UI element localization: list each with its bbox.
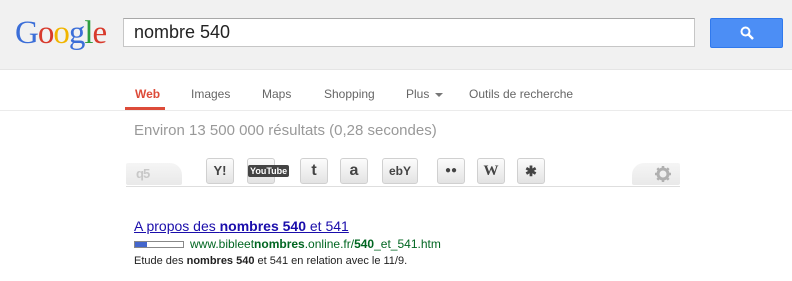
tab-shopping[interactable]: Shopping bbox=[324, 87, 375, 101]
yahoo-label: Y! bbox=[213, 163, 227, 178]
amazon-label: a bbox=[349, 162, 359, 179]
snippet-highlight: nombres 540 bbox=[186, 255, 255, 267]
twitter-label: t bbox=[311, 162, 317, 179]
ebay-icon[interactable]: ebY bbox=[382, 158, 418, 184]
tab-plus[interactable]: Plus bbox=[406, 87, 444, 101]
ebay-label: ebY bbox=[388, 164, 411, 178]
active-tab-indicator bbox=[125, 107, 165, 110]
toolbar-logo-text: q5 bbox=[136, 166, 150, 181]
result-title-link[interactable]: A propos des nombres 540 et 541 bbox=[134, 218, 349, 234]
tab-web[interactable]: Web bbox=[135, 87, 160, 101]
logo-letter: o bbox=[37, 15, 54, 51]
nav-bar: Web Images Maps Shopping Plus Outils de … bbox=[0, 70, 792, 111]
settings-tab[interactable] bbox=[632, 163, 680, 185]
result-snippet: Etude des nombres 540 et 541 en relation… bbox=[134, 255, 407, 267]
yelp-icon[interactable]: ✱ bbox=[517, 158, 545, 184]
search-box bbox=[123, 18, 695, 47]
tab-maps[interactable]: Maps bbox=[262, 87, 291, 101]
tab-plus-label: Plus bbox=[406, 87, 430, 101]
search-result: A propos des nombres 540 et 541 www.bibl… bbox=[134, 218, 441, 267]
result-url: www.bibleetnombres.online.fr/540_et_541.… bbox=[134, 237, 441, 251]
yahoo-icon[interactable]: Y! bbox=[206, 158, 234, 184]
search-button[interactable] bbox=[710, 18, 783, 48]
youtube-icon[interactable]: YouTube bbox=[247, 158, 290, 184]
snippet-part: Etude des bbox=[134, 255, 187, 267]
pagerank-bar bbox=[134, 241, 184, 249]
amazon-icon[interactable]: a bbox=[340, 158, 368, 184]
result-stats: Environ 13 500 000 résultats (0,28 secon… bbox=[134, 122, 437, 139]
url-highlight: nombres bbox=[254, 237, 305, 251]
search-icon bbox=[740, 26, 754, 40]
title-part: et 541 bbox=[306, 218, 349, 234]
wikipedia-label: W bbox=[483, 163, 499, 179]
snippet-part: et 541 en relation avec le 11/9. bbox=[254, 255, 408, 267]
logo-letter: o bbox=[53, 15, 69, 51]
youtube-label: YouTube bbox=[248, 165, 290, 177]
toolbar-logo[interactable]: q5 bbox=[126, 163, 182, 185]
search-tools[interactable]: Outils de recherche bbox=[469, 87, 573, 101]
yelp-label: ✱ bbox=[525, 163, 537, 179]
tab-images[interactable]: Images bbox=[191, 87, 230, 101]
logo-letter: g bbox=[68, 15, 85, 51]
url-part: www.bibleet bbox=[190, 237, 255, 251]
gear-icon bbox=[655, 166, 671, 182]
search-input[interactable] bbox=[124, 19, 684, 46]
logo-letter: e bbox=[92, 15, 108, 51]
title-part: A propos des bbox=[134, 218, 220, 234]
url-part: _et_541.htm bbox=[374, 237, 441, 251]
twitter-icon[interactable]: t bbox=[300, 158, 328, 184]
logo-letter: G bbox=[15, 15, 39, 51]
wikipedia-icon[interactable]: W bbox=[477, 158, 505, 184]
flickr-label: ●● bbox=[444, 165, 458, 176]
title-highlight: nombres 540 bbox=[219, 218, 306, 234]
chevron-down-icon bbox=[435, 92, 444, 97]
url-highlight: 540 bbox=[354, 237, 375, 251]
google-logo[interactable]: Google bbox=[15, 13, 108, 53]
logo-letter: l bbox=[84, 15, 93, 51]
extension-toolbar: q5 Y! YouTube t a ebY ●● W ✱ bbox=[126, 157, 680, 187]
url-part: .online.fr/ bbox=[304, 237, 355, 251]
header: Google bbox=[0, 0, 792, 70]
flickr-icon[interactable]: ●● bbox=[437, 158, 465, 184]
